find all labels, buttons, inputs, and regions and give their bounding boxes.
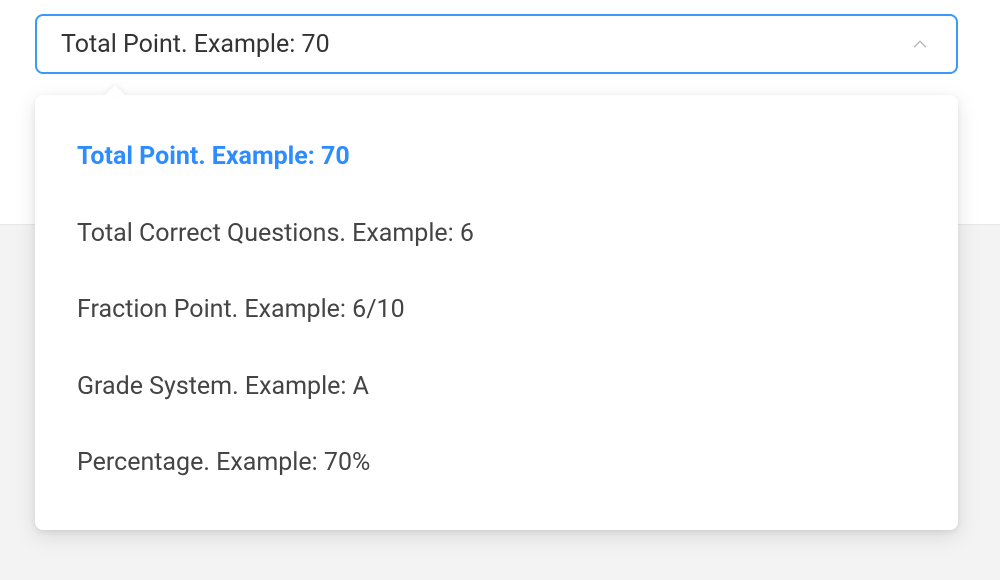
option-total-correct-questions[interactable]: Total Correct Questions. Example: 6 bbox=[35, 196, 958, 273]
option-grade-system[interactable]: Grade System. Example: A bbox=[35, 349, 958, 426]
option-percentage[interactable]: Percentage. Example: 70% bbox=[35, 425, 958, 502]
chevron-up-icon bbox=[908, 32, 932, 56]
dropdown-arrow-icon bbox=[103, 85, 127, 97]
option-total-point[interactable]: Total Point. Example: 70 bbox=[35, 119, 958, 196]
score-type-select-trigger[interactable]: Total Point. Example: 70 bbox=[35, 14, 958, 74]
score-type-selected-value: Total Point. Example: 70 bbox=[61, 30, 908, 59]
score-type-dropdown: Total Point. Example: 70 Total Correct Q… bbox=[35, 95, 958, 530]
option-fraction-point[interactable]: Fraction Point. Example: 6/10 bbox=[35, 272, 958, 349]
